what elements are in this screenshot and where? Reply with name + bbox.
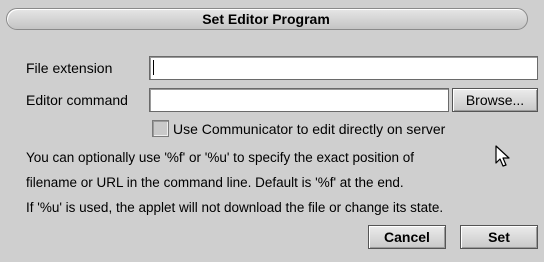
dialog-title: Set Editor Program <box>202 11 330 27</box>
note-line-1: You can optionally use '%f' or '%u' to s… <box>26 150 415 165</box>
use-communicator-checkbox[interactable] <box>152 120 169 137</box>
note-line-3: If '%u' is used, the applet will not dow… <box>26 200 444 215</box>
use-communicator-label[interactable]: Use Communicator to edit directly on ser… <box>173 121 445 137</box>
title-bar[interactable]: Set Editor Program <box>6 6 538 32</box>
set-editor-program-dialog: Set Editor Program File extension Editor… <box>0 0 544 262</box>
editor-command-label: Editor command <box>26 92 128 108</box>
mouse-pointer-icon <box>495 145 511 174</box>
file-extension-field[interactable] <box>149 56 538 80</box>
cancel-button[interactable]: Cancel <box>368 225 446 249</box>
editor-command-field[interactable] <box>149 88 449 112</box>
text-cursor <box>153 60 154 75</box>
note-line-2: filename or URL in the command line. Def… <box>26 175 404 190</box>
file-extension-label: File extension <box>26 60 113 76</box>
browse-button[interactable]: Browse... <box>452 88 538 112</box>
set-button[interactable]: Set <box>460 225 538 249</box>
